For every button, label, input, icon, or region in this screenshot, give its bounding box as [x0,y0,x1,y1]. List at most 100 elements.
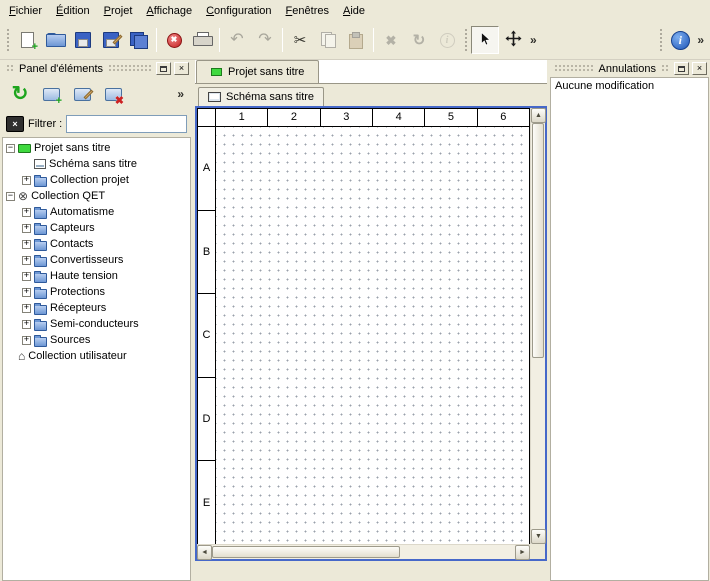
tree-item-semi-conducteurs[interactable]: + Semi-conducteurs [3,316,190,332]
expand-icon[interactable]: + [22,240,31,249]
panel-overflow-chevron[interactable]: » [174,88,187,100]
tree-item-sources[interactable]: + Sources [3,332,190,348]
menu-edition[interactable]: Édition [49,2,97,20]
tree-item-label: Contacts [50,238,93,250]
edit-element-button[interactable] [68,81,96,108]
cut-button[interactable]: ✂ [286,26,314,54]
save-all-button[interactable] [125,26,153,54]
new-file-button[interactable]: + [13,26,41,54]
menu-aide[interactable]: Aide [336,2,372,20]
horizontal-scroll-thumb[interactable] [212,546,400,558]
vertical-scroll-thumb[interactable] [532,123,544,358]
horizontal-scroll-track[interactable] [212,545,515,559]
toolbar-grip[interactable] [464,28,468,52]
expand-icon[interactable]: + [22,336,31,345]
undo-button[interactable]: ↶ [223,26,251,54]
float-dock-button[interactable] [156,62,171,75]
schema-view[interactable]: 1 2 3 4 5 6 ▲ ▼ [195,106,547,561]
dock-grip[interactable] [554,64,594,73]
menu-fenetres[interactable]: Fenêtres [279,2,336,20]
tree-item-project[interactable]: − Projet sans titre [3,140,190,156]
delete-button[interactable]: ✖ [377,26,405,54]
down-arrow-icon: ▼ [535,533,542,540]
tree-item-schema[interactable]: Schéma sans titre [3,156,190,172]
tree-item-collection-utilisateur[interactable]: ⌂ Collection utilisateur [3,348,190,364]
tree-item-contacts[interactable]: + Contacts [3,236,190,252]
scroll-up-button[interactable]: ▲ [531,108,546,123]
delete-element-button[interactable]: ✖ [99,81,127,108]
menu-fichier[interactable]: Fichier [2,2,49,20]
printer-icon [193,32,211,48]
vertical-scroll-track[interactable] [531,123,545,529]
select-mode-button[interactable] [471,26,499,54]
tree-item-recepteurs[interactable]: + Récepteurs [3,300,190,316]
dock-grip[interactable] [661,64,669,73]
expand-icon[interactable]: + [22,208,31,217]
expand-icon[interactable]: + [22,320,31,329]
expand-icon[interactable]: + [22,224,31,233]
scissors-icon: ✂ [294,33,307,48]
undo-empty-item[interactable]: Aucune modification [551,78,708,94]
print-button[interactable] [188,26,216,54]
tree-item-automatisme[interactable]: + Automatisme [3,204,190,220]
undo-history-list[interactable]: Aucune modification [550,77,709,581]
main-toolbar: + ✖ ↶ ↷ ✂ [0,21,710,60]
scroll-left-button[interactable]: ◄ [197,545,212,560]
dock-grip[interactable] [108,64,151,73]
tab-schema-sans-titre[interactable]: Schéma sans titre [198,87,324,106]
tree-item-capteurs[interactable]: + Capteurs [3,220,190,236]
paste-button[interactable] [342,26,370,54]
pan-mode-button[interactable] [499,26,527,54]
tree-item-haute-tension[interactable]: + Haute tension [3,268,190,284]
menu-affichage[interactable]: Affichage [139,2,199,20]
new-element-button[interactable]: + [37,81,65,108]
toolbar-overflow-chevron[interactable]: » [694,34,707,46]
close-file-button[interactable]: ✖ [160,26,188,54]
element-info-button[interactable]: i [433,26,461,54]
tree-item-protections[interactable]: + Protections [3,284,190,300]
toolbar-separator [373,28,374,52]
elements-panel-title: Panel d'éléments [19,63,103,75]
tree-item-collection-qet[interactable]: − ⊗ Collection QET [3,188,190,204]
dock-grip[interactable] [6,64,14,73]
tree-item-convertisseurs[interactable]: + Convertisseurs [3,252,190,268]
open-file-button[interactable] [41,26,69,54]
collapse-icon[interactable]: − [6,144,15,153]
collapse-icon[interactable]: − [6,192,15,201]
expand-icon[interactable]: + [22,288,31,297]
expand-icon[interactable]: + [22,304,31,313]
copy-button[interactable] [314,26,342,54]
clear-filter-button[interactable]: × [6,116,24,132]
schema-canvas[interactable] [216,127,530,544]
tree-item-label: Sources [50,334,90,346]
folder-icon [34,257,47,267]
vertical-scrollbar[interactable]: ▲ ▼ [530,108,545,544]
redo-button[interactable]: ↷ [251,26,279,54]
expand-icon[interactable]: + [22,176,31,185]
float-dock-button[interactable] [674,62,689,75]
expand-icon[interactable]: + [22,272,31,281]
save-button[interactable] [69,26,97,54]
close-dock-button[interactable]: × [174,62,189,75]
scroll-right-button[interactable]: ► [515,545,530,560]
toolbar-grip[interactable] [6,28,10,52]
menu-configuration[interactable]: Configuration [199,2,278,20]
rotate-button[interactable]: ↻ [405,26,433,54]
scroll-down-button[interactable]: ▼ [531,529,546,544]
menu-projet[interactable]: Projet [97,2,140,20]
close-dock-button[interactable]: × [692,62,707,75]
horizontal-scrollbar[interactable]: ◄ ► [197,544,530,559]
tree-item-collection-projet[interactable]: + Collection projet [3,172,190,188]
toolbar-grip[interactable] [659,28,663,52]
tab-projet-sans-titre[interactable]: Projet sans titre [196,60,319,83]
float-icon [678,66,685,72]
save-as-button[interactable] [97,26,125,54]
row-ruler: A B C D E [197,127,216,544]
elements-tree[interactable]: − Projet sans titre Schéma sans titre + … [2,137,191,581]
reload-collections-button[interactable]: ↻ [6,81,34,108]
rotate-icon: ↻ [413,33,426,48]
about-button[interactable]: i [666,26,694,54]
toolbar-overflow-chevron[interactable]: » [527,34,540,46]
filter-input[interactable] [66,115,187,133]
expand-icon[interactable]: + [22,256,31,265]
